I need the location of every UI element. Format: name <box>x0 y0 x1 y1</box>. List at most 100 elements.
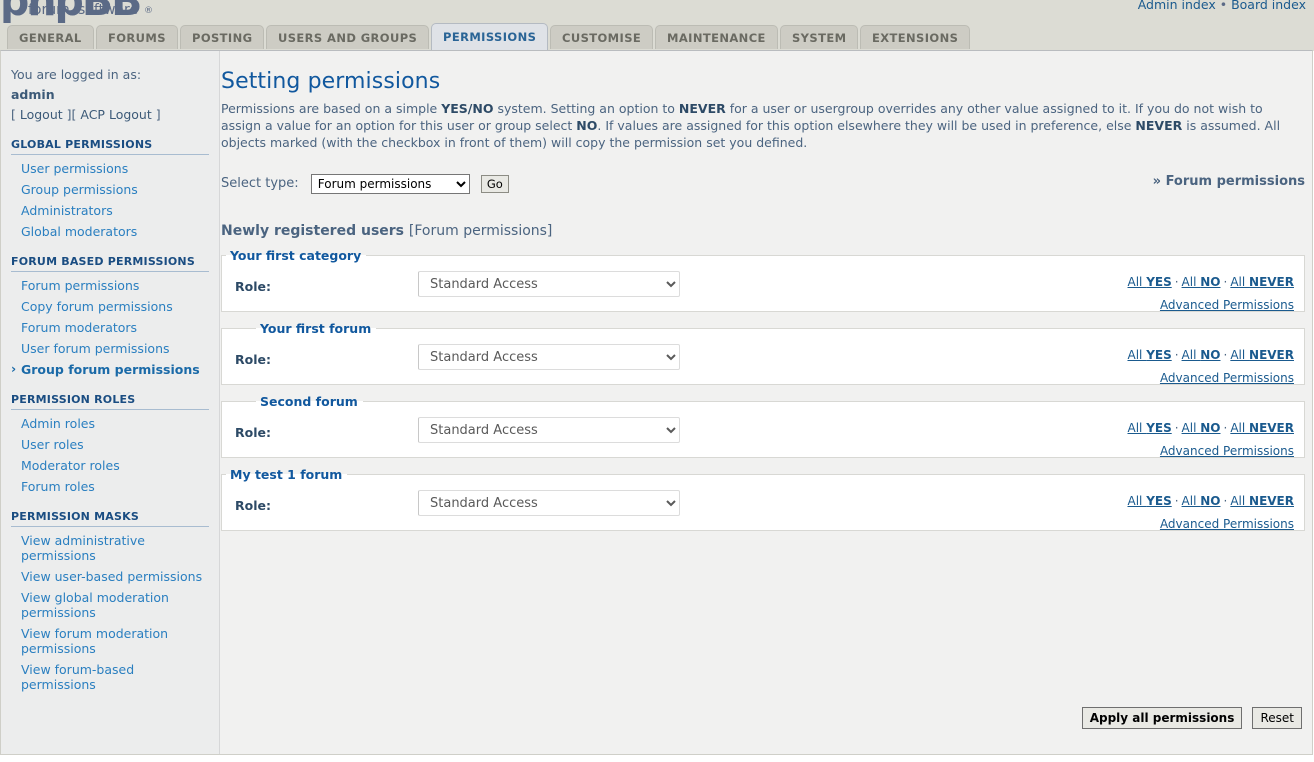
sidebar-item-view-global-moderation-permissions[interactable]: View global moderation permissions <box>11 587 209 623</box>
admin-tab-bar: GENERAL FORUMS POSTING USERS AND GROUPS PERM… <box>0 23 1314 51</box>
intro-emphasis: NO <box>576 118 598 133</box>
role-dropdown[interactable]: Standard Access <box>418 344 680 370</box>
sidebar-item-forum-roles[interactable]: Forum roles <box>11 476 209 497</box>
tab-permissions[interactable]: PERMISSIONS <box>431 23 549 50</box>
list-item: User permissions <box>11 158 209 179</box>
all-no-link[interactable]: All NO <box>1182 275 1221 289</box>
footer-buttons: Apply all permissions Reset <box>1077 707 1302 729</box>
apply-all-permissions-button[interactable]: Apply all permissions <box>1081 707 1243 729</box>
all-prefix: All <box>1181 348 1201 362</box>
sidebar-item-admin-roles[interactable]: Admin roles <box>11 413 209 434</box>
all-yes-link[interactable]: All YES <box>1127 421 1171 435</box>
admin-index-link[interactable]: Admin index <box>1138 0 1216 12</box>
role-label: Role: <box>235 352 271 367</box>
sidebar-item-user-forum-permissions[interactable]: User forum permissions <box>11 338 209 359</box>
permission-panel: My test 1 forum Role: Standard Access All Y… <box>221 467 1305 531</box>
intro-emphasis: NEVER <box>678 101 726 116</box>
tab-extensions[interactable]: EXTENSIONS <box>860 25 971 49</box>
all-never-link[interactable]: All NEVER <box>1230 275 1294 289</box>
list-item: Group forum permissions <box>11 359 209 380</box>
sidebar-item-user-roles[interactable]: User roles <box>11 434 209 455</box>
sidebar-item-group-forum-permissions[interactable]: Group forum permissions <box>11 359 209 380</box>
panel-actions: All YES · All NO · All NEVER Advanced Permiss… <box>1127 421 1294 458</box>
action-separator: · <box>1174 494 1179 508</box>
all-prefix: All <box>1181 421 1201 435</box>
all-prefix: All <box>1230 421 1250 435</box>
all-yes-link[interactable]: All YES <box>1127 275 1171 289</box>
all-no-link[interactable]: All NO <box>1182 494 1221 508</box>
group-name: Newly registered users <box>221 223 405 239</box>
list-item: Administrators <box>11 200 209 221</box>
group-heading: Newly registered users [Forum permission… <box>221 223 1305 239</box>
action-separator: · <box>1174 348 1179 362</box>
role-dropdown[interactable]: Standard Access <box>418 271 680 297</box>
sidebar-item-user-permissions[interactable]: User permissions <box>11 158 209 179</box>
intro-emphasis: NEVER <box>1135 118 1183 133</box>
tab-users-and-groups[interactable]: USERS AND GROUPS <box>266 25 430 49</box>
permission-panel-title: My test 1 forum <box>230 467 343 482</box>
page-frame: You are logged in as: admin [ Logout ][ … <box>0 50 1313 755</box>
panel-actions: All YES · All NO · All NEVER Advanced Permiss… <box>1127 494 1294 531</box>
permission-panel-body: Role: Standard Access All YES · All NO · All N… <box>222 409 1304 458</box>
all-prefix: All <box>1127 421 1147 435</box>
sidebar-item-view-administrative-permissions[interactable]: View administrative permissions <box>11 530 209 566</box>
all-value: YES <box>1146 275 1172 289</box>
sidebar-item-administrators[interactable]: Administrators <box>11 200 209 221</box>
sidebar-item-view-forum-moderation-permissions[interactable]: View forum moderation permissions <box>11 623 209 659</box>
tab-system[interactable]: SYSTEM <box>780 25 859 49</box>
all-prefix: All <box>1181 494 1201 508</box>
select-type-dropdown[interactable]: Forum permissions <box>310 173 470 194</box>
group-type-suffix: [Forum permissions] <box>408 223 553 239</box>
all-value: YES <box>1146 494 1172 508</box>
sidebar-list: Forum permissions Copy forum permissions F… <box>11 275 209 380</box>
role-dropdown[interactable]: Standard Access <box>418 417 680 443</box>
advanced-permissions-link[interactable]: Advanced Permissions <box>1127 371 1294 385</box>
sidebar-item-view-forum-based-permissions[interactable]: View forum-based permissions <box>11 659 209 695</box>
all-yes-link[interactable]: All YES <box>1127 494 1171 508</box>
logged-in-as-label: You are logged in as: <box>11 67 142 82</box>
all-never-link[interactable]: All NEVER <box>1230 494 1294 508</box>
all-never-link[interactable]: All NEVER <box>1230 348 1294 362</box>
logout-link[interactable]: Logout <box>20 107 63 122</box>
sidebar-item-group-permissions[interactable]: Group permissions <box>11 179 209 200</box>
all-no-link[interactable]: All NO <box>1182 421 1221 435</box>
role-dropdown[interactable]: Standard Access <box>418 490 680 516</box>
action-separator: · <box>1223 494 1228 508</box>
action-separator: · <box>1174 421 1179 435</box>
sidebar-item-view-user-based-permissions[interactable]: View user-based permissions <box>11 566 209 587</box>
sidebar-item-moderator-roles[interactable]: Moderator roles <box>11 455 209 476</box>
sidebar-item-global-moderators[interactable]: Global moderators <box>11 221 209 242</box>
all-value: NO <box>1200 348 1221 362</box>
all-never-link[interactable]: All NEVER <box>1230 421 1294 435</box>
page-title: Setting permissions <box>221 69 441 94</box>
tab-general[interactable]: GENERAL <box>7 25 94 49</box>
select-type-row: Select type: Forum permissions Go » Foru… <box>221 173 1305 197</box>
advanced-permissions-link[interactable]: Advanced Permissions <box>1127 298 1294 312</box>
all-yes-link[interactable]: All YES <box>1127 348 1171 362</box>
sidebar-group-heading: GLOBAL PERMISSIONS <box>11 138 209 155</box>
main-content: Setting permissions Permissions are base… <box>221 51 1313 754</box>
sidebar-item-forum-moderators[interactable]: Forum moderators <box>11 317 209 338</box>
login-info: You are logged in as: admin [ Logout ][ … <box>11 65 209 125</box>
acp-logout-link[interactable]: ACP Logout <box>80 107 151 122</box>
reset-button[interactable]: Reset <box>1252 707 1302 729</box>
logout-bracket-open: [ <box>11 107 20 122</box>
board-index-link[interactable]: Board index <box>1231 0 1306 12</box>
advanced-permissions-link[interactable]: Advanced Permissions <box>1127 444 1294 458</box>
tab-forums[interactable]: FORUMS <box>96 25 178 49</box>
all-no-link[interactable]: All NO <box>1182 348 1221 362</box>
permission-panel-title: Second forum <box>260 394 358 409</box>
sidebar-item-forum-permissions[interactable]: Forum permissions <box>11 275 209 296</box>
header-links: Admin index • Board index <box>1138 0 1306 12</box>
panel-actions: All YES · All NO · All NEVER Advanced Permiss… <box>1127 348 1294 385</box>
role-label: Role: <box>235 498 271 513</box>
go-button[interactable]: Go <box>480 174 509 193</box>
tab-posting[interactable]: POSTING <box>180 25 265 49</box>
tab-maintenance[interactable]: MAINTENANCE <box>655 25 778 49</box>
advanced-permissions-link[interactable]: Advanced Permissions <box>1127 517 1294 531</box>
all-value: NEVER <box>1249 494 1294 508</box>
tab-customise[interactable]: CUSTOMISE <box>550 25 654 49</box>
sidebar-item-copy-forum-permissions[interactable]: Copy forum permissions <box>11 296 209 317</box>
header-link-separator: • <box>1219 0 1228 12</box>
all-value: NEVER <box>1249 348 1294 362</box>
